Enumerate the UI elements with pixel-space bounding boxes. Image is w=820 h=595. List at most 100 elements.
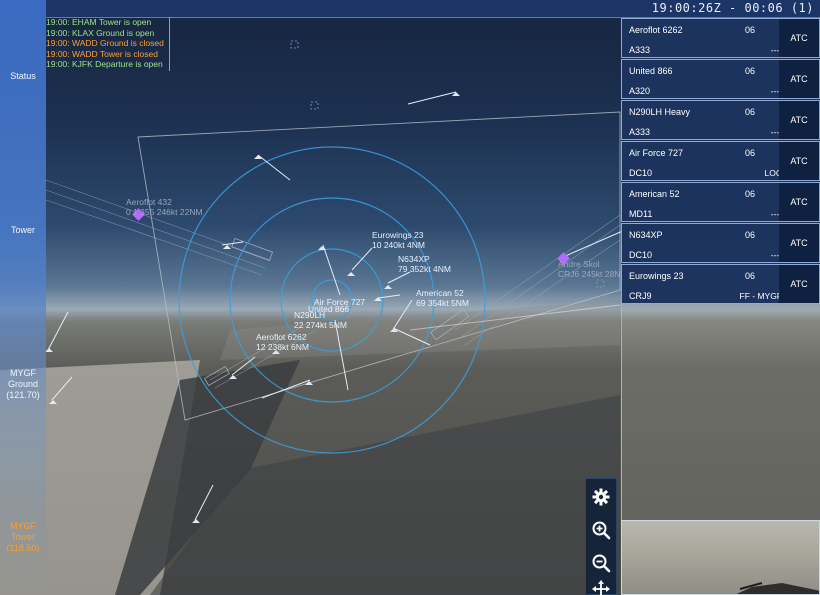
log-time: 19:00: (46, 38, 70, 49)
radar-label-line1: N290LH (294, 310, 326, 320)
strip-atc-button[interactable]: ATC (779, 60, 819, 98)
strip-aircraft-type: DC10 (629, 168, 653, 178)
radar-label-line2: 0 1 355 246kt 22NM (126, 207, 203, 217)
strip-route: ---- (770, 127, 782, 137)
strip-callsign: United 866 (629, 66, 673, 76)
log-text: KJFK Departure is open (72, 59, 163, 70)
sidebar: Status Tower MYGF Ground (121.70) MYGF T… (0, 0, 46, 595)
strip-callsign: N290LH Heavy (629, 107, 691, 117)
strip-gate: 06 (744, 66, 755, 76)
strip-aircraft-type: CRJ9 (629, 291, 652, 301)
strip-atc-button[interactable]: ATC (779, 19, 819, 57)
radar-label-line2: 12 238kt 6NM (256, 342, 309, 352)
strip-atc-button[interactable]: ATC (779, 265, 819, 303)
log-text: EHAM Tower is open (72, 17, 152, 27)
zoom-out-icon (592, 554, 611, 573)
sidebar-ground-airport: MYGF (10, 368, 36, 378)
log-line: 19:00: KLAX Ground is open (46, 28, 169, 39)
strip-route: ---- (770, 45, 782, 55)
radar-label-american-52[interactable]: American 52 69 354kt 5NM (416, 288, 469, 308)
map-toolbar (585, 478, 617, 595)
status-log: 19:00: EHAM Tower is open 19:00: KLAX Gr… (46, 17, 170, 71)
sidebar-tower-button[interactable]: Tower (0, 225, 46, 236)
strip-route: LOC (764, 168, 782, 178)
camera-preview[interactable] (621, 520, 820, 595)
log-line: 19:00: KJFK Departure is open (46, 59, 169, 70)
flight-strip[interactable]: United 866 06 A320 ---- ATC (621, 59, 820, 99)
flight-strip[interactable]: N290LH Heavy 06 A333 ---- ATC (621, 100, 820, 140)
radar-label-line1: American 52 (416, 288, 464, 298)
radar-label-line1: Aeroflot 432 (126, 197, 172, 207)
strip-route: ---- (770, 86, 782, 96)
log-line: 19:00: WADD Ground is closed (46, 38, 169, 49)
strip-panel-empty-area (621, 304, 820, 520)
log-time: 19:00: (46, 17, 70, 27)
move-button[interactable] (586, 579, 616, 595)
strip-callsign: Air Force 727 (629, 148, 684, 158)
radar-label-line1: Eurowings 23 (372, 230, 424, 240)
strip-callsign: Eurowings 23 (629, 271, 684, 281)
camera-preview-image (736, 582, 819, 594)
strip-route: ---- (770, 209, 782, 219)
log-text: WADD Tower is closed (72, 48, 158, 59)
strip-gate: 06 (744, 230, 755, 240)
radar-label-eurowings-23[interactable]: Eurowings 23 10 240kt 4NM (372, 230, 425, 250)
strip-atc-button[interactable]: ATC (779, 101, 819, 139)
sidebar-ground-button[interactable]: MYGF Ground (121.70) (0, 368, 46, 401)
sidebar-tower-freq: (118.50) (6, 543, 40, 553)
flight-strip[interactable]: Aeroflot 6262 06 A333 ---- ATC (621, 18, 820, 58)
sidebar-tower-freq-button[interactable]: MYGF Tower (118.50) (0, 521, 46, 554)
strip-gate: 06 (744, 271, 755, 281)
strip-callsign: American 52 (629, 189, 680, 199)
strip-gate: 06 (744, 107, 755, 117)
sidebar-tower-airport: MYGF (10, 521, 36, 531)
zoom-in-icon (592, 521, 611, 540)
log-text: KLAX Ground is open (72, 27, 155, 38)
radar-label-line1: Aeroflot 6262 (256, 332, 307, 342)
gear-icon (592, 488, 610, 506)
log-time: 19:00: (46, 27, 70, 38)
zoom-out-button[interactable] (586, 547, 616, 579)
strip-callsign: N634XP (629, 230, 663, 240)
radar-label-far-left[interactable]: Aeroflot 432 0 1 355 246kt 22NM (126, 197, 203, 217)
radar-label-aeroflot-6262[interactable]: Aeroflot 6262 12 238kt 6NM (256, 332, 309, 352)
strip-gate: 06 (744, 25, 755, 35)
radar-label-line2: 79 352kt 4NM (398, 264, 451, 274)
strip-route: ---- (770, 250, 782, 260)
radar-label-line1: Andre Skol (558, 259, 600, 269)
clock: 19:00:26Z - 00:06 (1) (651, 1, 814, 15)
radar-label-line1: N634XP (398, 254, 430, 264)
sidebar-tower-label: Tower (10, 532, 35, 542)
strip-aircraft-type: A320 (629, 86, 651, 96)
flight-strip[interactable]: Air Force 727 06 DC10 LOC ATC (621, 141, 820, 181)
flight-strip[interactable]: American 52 06 MD11 ---- ATC (621, 182, 820, 222)
strip-aircraft-type: MD11 (629, 209, 653, 219)
strip-gate: 06 (744, 148, 755, 158)
radar-label-n634xp[interactable]: N634XP 79 352kt 4NM (398, 254, 451, 274)
move-icon (592, 580, 610, 595)
strip-atc-button[interactable]: ATC (779, 183, 819, 221)
settings-button[interactable] (586, 481, 616, 513)
sidebar-ground-freq: (121.70) (6, 390, 40, 400)
top-bar: 19:00:26Z - 00:06 (1) (46, 0, 820, 18)
log-time: 19:00: (46, 59, 70, 70)
flight-strip[interactable]: Eurowings 23 06 CRJ9 FF - MYGF ATC (621, 264, 820, 304)
radar-label-line2: 22 274kt 5NM (294, 320, 347, 330)
strip-aircraft-type: A333 (629, 45, 651, 55)
radar-label-line2: CRJ6 245kt 28NM (558, 269, 628, 279)
log-text: WADD Ground is closed (72, 38, 164, 49)
strip-atc-button[interactable]: ATC (779, 142, 819, 180)
sidebar-ground-label: Ground (7, 379, 39, 389)
radar-label-line2: 69 354kt 5NM (416, 298, 469, 308)
strip-aircraft-type: DC10 (629, 250, 653, 260)
log-line: 19:00: EHAM Tower is open (46, 17, 169, 28)
log-time: 19:00: (46, 48, 70, 59)
strip-atc-button[interactable]: ATC (779, 224, 819, 262)
strip-route: FF - MYGF (739, 291, 783, 301)
flight-strip[interactable]: N634XP 06 DC10 ---- ATC (621, 223, 820, 263)
zoom-in-button[interactable] (586, 514, 616, 546)
radar-label-far-right[interactable]: Andre Skol CRJ6 245kt 28NM (558, 259, 627, 279)
sidebar-status-button[interactable]: Status (0, 71, 46, 82)
radar-label-n290lh[interactable]: N290LH 22 274kt 5NM (294, 310, 347, 330)
radar-label-line2: 10 240kt 4NM (372, 240, 425, 250)
